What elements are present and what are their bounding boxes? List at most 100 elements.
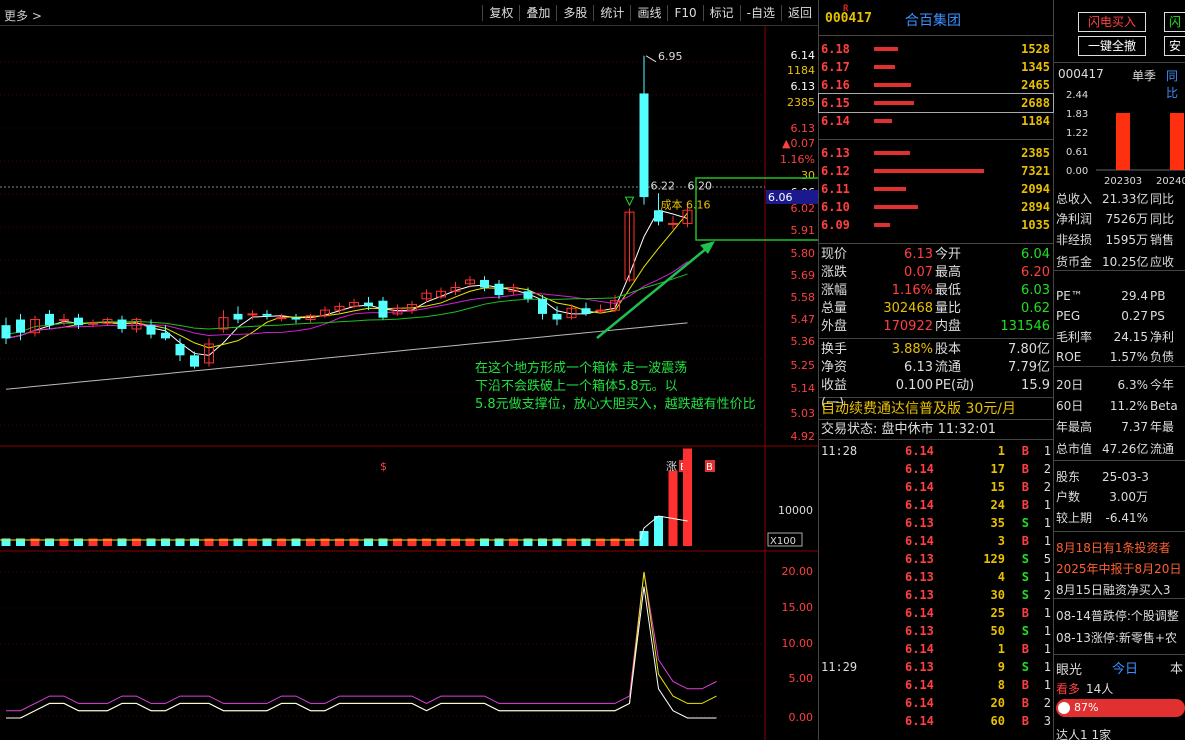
price-axis-tick: 5.25 — [791, 359, 816, 372]
price-axis-tick: 5.80 — [791, 247, 816, 260]
candle-body — [291, 317, 301, 320]
divider — [1054, 598, 1185, 599]
divider — [1054, 270, 1185, 271]
stat-value: 15.9 — [1021, 378, 1050, 393]
f10-button[interactable]: F10 — [667, 5, 702, 21]
fundamental-label: 年最高 — [1056, 420, 1093, 434]
trade-price: 6.13 — [905, 624, 934, 638]
trade-count: 2 — [1043, 696, 1051, 710]
statistics-button[interactable]: 统计 — [593, 5, 630, 21]
stat-row: 外盘 170922 内盘 131546 — [819, 318, 1053, 336]
trade-price: 6.14 — [905, 498, 934, 512]
bid-volume-bar — [874, 205, 918, 209]
fundamental-value: 6.3% — [1117, 378, 1149, 392]
trade-row: 6.13 129 S 5 — [819, 550, 1053, 568]
news-item[interactable]: 8月15日融资净买入3 — [1056, 581, 1171, 598]
bid-row: 6.13 2385 — [819, 144, 1053, 162]
volume-axis-tick: 10000 — [778, 504, 813, 517]
stat-row: 净资 6.13 流通 7.79亿 — [819, 359, 1053, 377]
trade-row: 6.13 30 S 2 — [819, 586, 1053, 604]
trade-count: 2 — [1043, 480, 1051, 494]
multi-stock-button[interactable]: 多股 — [556, 5, 593, 21]
subscription-ad[interactable]: 自动续费通达信普及版 30元/月 — [819, 398, 1053, 420]
trade-volume: 60 — [990, 714, 1005, 728]
tab-period[interactable]: 本 — [1170, 658, 1183, 677]
trade-row: 6.14 60 B 3 — [819, 712, 1053, 730]
fundamental-row: 毛利率 24.15 净利 — [1056, 328, 1185, 346]
trade-side: S — [1021, 516, 1029, 530]
trade-side: S — [1021, 588, 1029, 602]
flash-sell-button[interactable]: 闪 — [1164, 12, 1185, 32]
price-axis-tick: 5.69 — [791, 269, 816, 282]
last-price-tag: 6.06 — [768, 191, 793, 204]
fundamental-tail: 同比 — [1150, 192, 1175, 206]
bid-book: 6.13 2385 6.12 7321 6.11 2094 6.10 2894 6.09 1035 — [819, 140, 1053, 244]
fundamental-row: 股东 25-03-3 — [1056, 468, 1185, 486]
bid-row: 6.10 2894 — [819, 198, 1053, 216]
flash-buy-button[interactable]: 闪电买入 — [1078, 12, 1146, 32]
trade-time: 11:28 — [821, 444, 858, 458]
trade-side: S — [1021, 660, 1029, 674]
bid-volume: 2094 — [1021, 182, 1050, 196]
ask-row: 6.14 1184 — [819, 112, 1053, 130]
candle-body — [117, 319, 127, 329]
candle-body — [480, 279, 489, 288]
draw-line-button[interactable]: 画线 — [630, 5, 667, 21]
candle-body — [146, 325, 156, 335]
dividend-marker: $ — [380, 460, 387, 473]
candle-body — [276, 317, 287, 320]
quote-header: R 000417 合百集团 — [819, 0, 1053, 36]
trade-volume: 8 — [997, 678, 1005, 692]
trade-volume: 17 — [990, 462, 1005, 476]
stock-name[interactable]: 合百集团 — [905, 10, 961, 30]
ask-volume: 2465 — [1021, 78, 1050, 92]
restore-rights-button[interactable]: 复权 — [482, 5, 519, 21]
kline-chart-panel[interactable]: 更多 > 复权 叠加 多股 统计 画线 F10 标记 -自选 返回 6.14 11… — [0, 0, 818, 740]
price-axis-tick: 6.13 — [791, 122, 816, 135]
trade-row: 6.13 4 S 1 — [819, 568, 1053, 586]
cancel-all-button[interactable]: 一键全撤 — [1078, 36, 1146, 56]
mark-button[interactable]: 标记 — [702, 5, 740, 21]
candle-body — [16, 319, 25, 333]
fundamental-row: 货币金 10.25亿 应收 — [1056, 253, 1185, 271]
trade-price: 6.14 — [905, 678, 934, 692]
fundamental-label: PEG — [1056, 309, 1081, 323]
stat-label: 现价 — [821, 247, 848, 262]
tab-today[interactable]: 今日 — [1112, 658, 1138, 677]
fundamental-tail: 同比 — [1150, 212, 1175, 226]
stat-value: 0.07 — [904, 265, 933, 280]
overlay-button[interactable]: 叠加 — [519, 5, 556, 21]
fundamental-tail: PB — [1150, 289, 1166, 303]
volume-bar — [654, 516, 663, 546]
fundamental-row: 较上期 -6.41% — [1056, 509, 1185, 527]
price-axis-tick: 5.58 — [791, 291, 816, 304]
trade-price: 6.13 — [905, 660, 934, 674]
remove-watchlist-button[interactable]: -自选 — [739, 5, 781, 21]
bid-price: 6.10 — [821, 200, 850, 214]
news-item[interactable]: 2025年中报于8月20日 — [1056, 560, 1181, 577]
more-button[interactable]: 更多 > — [4, 7, 42, 24]
back-button[interactable]: 返回 — [780, 5, 818, 21]
kline-chart[interactable]: 6.1411846.1323856.13▲0.071.16%306.066.02… — [0, 26, 818, 740]
bid-row: 6.12 7321 — [819, 162, 1053, 180]
fundamental-row: 非经损 1595万 销售 — [1056, 231, 1185, 249]
high-label: 6.95 — [658, 50, 683, 63]
news-item[interactable]: 08-13涨停:新零售+农 — [1056, 629, 1177, 646]
trade-price: 6.14 — [905, 444, 934, 458]
news-item[interactable]: 08-14普跌停:个股调整 — [1056, 607, 1179, 624]
trade-volume: 35 — [990, 516, 1005, 530]
tick-trades: 11:28 6.14 1 B 1 6.14 17 B 2 6.14 15 B 2 6.14 24 B 1 6.13… — [819, 440, 1053, 730]
ask-row: 6.15 2688 — [818, 93, 1054, 113]
trade-price: 6.14 — [905, 534, 934, 548]
stat-row: 涨跌 0.07 最高 6.20 — [819, 264, 1053, 282]
stat-label: 量比 — [935, 301, 962, 316]
stat-value: 3.88% — [891, 342, 933, 357]
trade-volume: 9 — [997, 660, 1005, 674]
secondary-button[interactable]: 安 — [1164, 36, 1185, 56]
fundamental-tail: Beta — [1150, 399, 1178, 413]
news-item[interactable]: 8月18日有1条投资者 — [1056, 539, 1171, 556]
candle-body — [262, 313, 272, 316]
trade-count: 3 — [1043, 714, 1051, 728]
fundamental-label: ROE — [1056, 350, 1082, 364]
tab-single-quarter[interactable]: 单季 — [1132, 67, 1156, 84]
